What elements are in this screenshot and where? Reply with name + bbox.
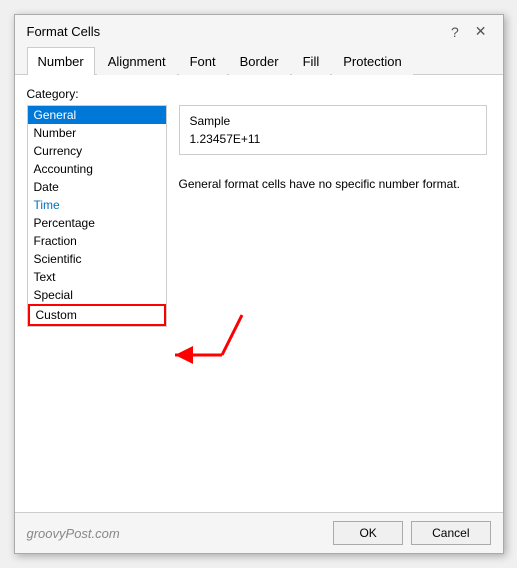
help-button[interactable]: ? [447,24,463,40]
watermark: groovyPost.com [27,526,120,541]
main-area: General Number Currency Accounting Date … [27,105,491,500]
category-label: Category: [27,87,491,101]
tab-alignment[interactable]: Alignment [97,47,177,75]
list-item-scientific[interactable]: Scientific [28,250,166,268]
close-button[interactable]: ✕ [471,23,491,40]
format-cells-dialog: Format Cells ? ✕ Number Alignment Font B… [14,14,504,554]
list-item-accounting[interactable]: Accounting [28,160,166,178]
dialog-content: Category: General Number Currency Accoun… [15,75,503,512]
list-item-custom[interactable]: Custom [28,304,166,326]
list-item-text[interactable]: Text [28,268,166,286]
dialog-title: Format Cells [27,24,101,39]
category-list[interactable]: General Number Currency Accounting Date … [27,105,167,327]
list-item-date[interactable]: Date [28,178,166,196]
title-bar-buttons: ? ✕ [447,23,491,40]
cancel-button[interactable]: Cancel [411,521,490,545]
title-bar: Format Cells ? ✕ [15,15,503,46]
list-item-time[interactable]: Time [28,196,166,214]
list-item-number[interactable]: Number [28,124,166,142]
list-item-general[interactable]: General [28,106,166,124]
list-item-fraction[interactable]: Fraction [28,232,166,250]
list-item-currency[interactable]: Currency [28,142,166,160]
right-panel: Sample 1.23457E+11 General format cells … [175,105,491,500]
sample-section: Sample 1.23457E+11 [179,105,487,155]
tab-fill[interactable]: Fill [292,47,331,75]
tabs-bar: Number Alignment Font Border Fill Protec… [15,46,503,75]
sample-label: Sample [190,114,476,128]
list-item-percentage[interactable]: Percentage [28,214,166,232]
category-list-wrapper: General Number Currency Accounting Date … [27,105,167,500]
action-buttons: OK Cancel [333,521,490,545]
format-description: General format cells have no specific nu… [179,175,487,193]
tab-protection[interactable]: Protection [332,47,413,75]
ok-button[interactable]: OK [333,521,403,545]
tab-font[interactable]: Font [179,47,227,75]
sample-value: 1.23457E+11 [190,132,476,146]
tab-number[interactable]: Number [27,47,95,75]
bottom-bar: groovyPost.com OK Cancel [15,512,503,553]
list-item-special[interactable]: Special [28,286,166,304]
tab-border[interactable]: Border [229,47,290,75]
